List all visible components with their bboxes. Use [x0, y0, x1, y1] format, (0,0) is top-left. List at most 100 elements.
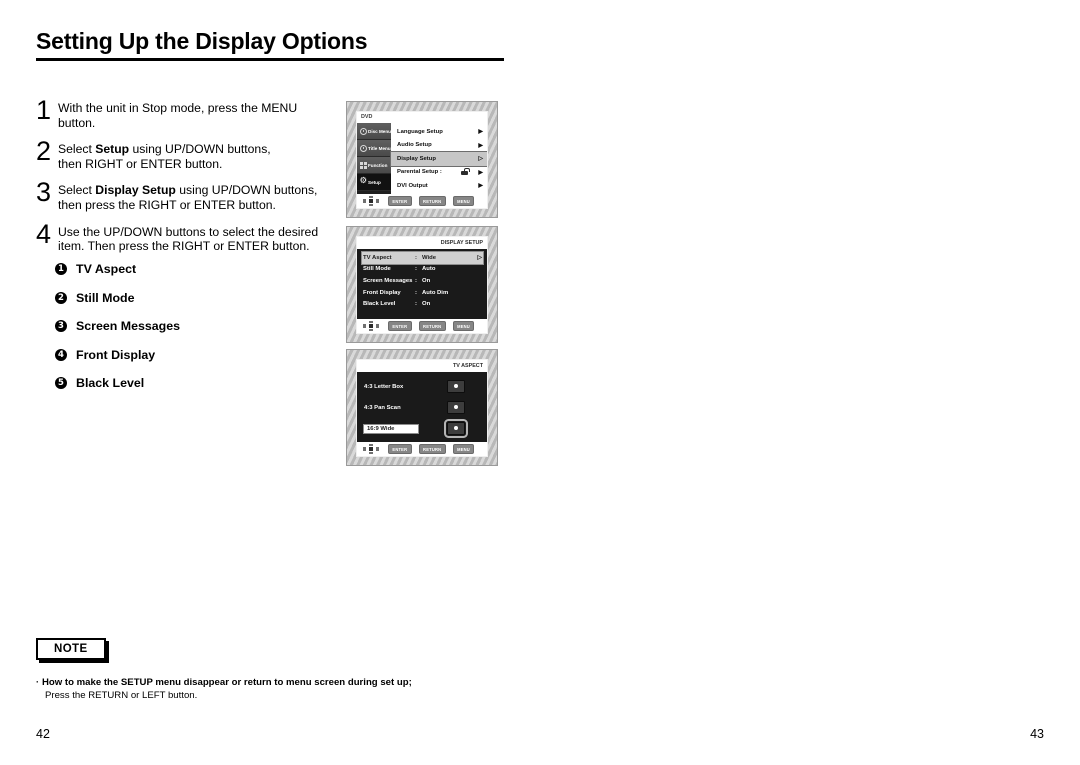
page-number-left: 42 — [36, 727, 50, 741]
osd-screen: DISPLAY SETUP TV Aspect : Wide ▷ Still M… — [356, 236, 488, 334]
list-item: 5 Black Level — [55, 376, 315, 390]
step-2: 2 Select Setup using UP/DOWN buttons, th… — [36, 138, 336, 171]
function-icon — [360, 162, 367, 169]
list-item-label: TV Aspect — [76, 262, 137, 276]
enter-key-hint[interactable]: ENTER — [388, 196, 412, 206]
menu-key-hint[interactable]: MENU — [452, 321, 475, 331]
return-key-hint[interactable]: RETURN — [418, 196, 446, 206]
list-item: 2 Still Mode — [55, 291, 315, 305]
osd-aspect-option-pan-scan[interactable]: 4:3 Pan Scan — [364, 397, 481, 418]
step-4: 4 Use the UP/DOWN buttons to select the … — [36, 220, 336, 254]
osd-menu-item-display-setup[interactable]: Display Setup ▷ — [390, 151, 487, 167]
osd-setting-row-front-display[interactable]: Front Display : Auto Dim — [362, 287, 483, 299]
dpad-icon — [363, 321, 379, 331]
osd-sidebar-item-disc-menu[interactable]: Disc Menu — [357, 123, 391, 140]
step-4-line-2: item. Then press the RIGHT or ENTER butt… — [58, 239, 310, 254]
osd-setting-separator: : — [415, 289, 417, 296]
list-item: 3 Screen Messages — [55, 319, 315, 333]
step-2-line-1-pre: Select — [58, 142, 96, 157]
numbered-marker-2-icon: 2 — [55, 291, 67, 304]
osd-menu-item-parental-setup[interactable]: Parental Setup : ▶ — [391, 166, 487, 180]
manual-page-spread: Setting Up the Display Options 1 With th… — [0, 0, 1080, 765]
osd-setting-key: Screen Messages — [363, 277, 413, 284]
osd-button-bar: ENTER RETURN MENU — [357, 319, 487, 333]
list-item-label: Screen Messages — [76, 319, 181, 333]
return-key-hint[interactable]: RETURN — [418, 321, 446, 331]
osd-setting-key: Front Display — [363, 289, 401, 296]
osd-aspect-options: 4:3 Letter Box 4:3 Pan Scan 16:9 Wide — [357, 376, 487, 442]
osd-heading: TV ASPECT — [357, 360, 487, 372]
chevron-right-outline-icon: ▷ — [477, 255, 482, 262]
step-3-line-2: then press the RIGHT or ENTER button. — [58, 197, 276, 212]
step-2-line-2: then RIGHT or ENTER button. — [58, 156, 223, 171]
enter-key-hint[interactable]: ENTER — [388, 444, 412, 454]
osd-menu-list: Language Setup ▶ Audio Setup ▶ Display S… — [390, 123, 487, 194]
step-3-line-1-pre: Select — [58, 183, 96, 198]
page-number-right: 43 — [1030, 727, 1044, 741]
osd-setting-row-tv-aspect[interactable]: TV Aspect : Wide ▷ — [361, 251, 484, 265]
step-text: With the unit in Stop mode, press the ME… — [58, 100, 336, 130]
step-3-line-1-post: using UP/DOWN buttons, — [175, 183, 318, 198]
osd-key-hints: ENTER RETURN MENU — [388, 444, 475, 454]
osd-button-bar: ENTER RETURN MENU — [357, 442, 487, 456]
menu-key-hint[interactable]: MENU — [452, 196, 475, 206]
osd-aspect-label: 4:3 Pan Scan — [364, 404, 401, 411]
step-2-bold-term: Setup — [95, 142, 130, 157]
osd-setting-row-still-mode[interactable]: Still Mode : Auto — [362, 264, 483, 276]
osd-setting-key: Still Mode — [363, 266, 391, 273]
step-3-bold-term: Display Setup — [95, 183, 176, 198]
chevron-right-icon: ▶ — [478, 183, 483, 190]
osd-setting-separator: : — [415, 301, 417, 308]
osd-setting-separator: : — [415, 254, 417, 261]
step-text: Select Setup using UP/DOWN buttons, then… — [58, 141, 271, 171]
note-label: NOTE — [36, 638, 106, 660]
note-body: · How to make the SETUP menu disappear or… — [36, 676, 412, 702]
osd-setting-separator: : — [415, 266, 417, 273]
osd-aspect-label: 16:9 Wide — [363, 423, 419, 434]
note-line-2: Press the RETURN or LEFT button. — [45, 690, 198, 701]
tv-radio-icon[interactable] — [447, 380, 465, 393]
osd-sidebar-item-function[interactable]: Function — [357, 157, 391, 174]
osd-sidebar-item-setup[interactable]: Setup — [357, 174, 391, 191]
note-line-1: · How to make the SETUP menu disappear or… — [36, 676, 412, 689]
list-item: 4 Front Display — [55, 348, 315, 362]
osd-menu-item-dvi-output[interactable]: DVI Output ▶ — [391, 179, 487, 193]
chevron-right-icon: ▶ — [478, 169, 483, 176]
osd-settings-list: TV Aspect : Wide ▷ Still Mode : Auto Scr… — [357, 251, 487, 319]
menu-key-hint[interactable]: MENU — [452, 444, 475, 454]
tv-radio-icon-selected[interactable] — [443, 418, 469, 439]
header-rule — [36, 58, 504, 61]
numbered-marker-5-icon: 5 — [55, 377, 67, 389]
chevron-right-icon: ▶ — [478, 142, 483, 149]
right-page: Setting Up the Display Options 1 TV Aspe… — [540, 0, 1080, 765]
return-key-hint[interactable]: RETURN — [418, 444, 446, 454]
dpad-icon — [363, 444, 379, 454]
osd-menu-label: DVI Output — [397, 182, 428, 189]
osd-setting-value: On — [422, 277, 431, 284]
list-item-label: Front Display — [76, 347, 156, 362]
step-number: 3 — [36, 177, 52, 208]
osd-aspect-option-16-9-wide[interactable]: 16:9 Wide — [363, 418, 481, 439]
list-item-label: Still Mode — [76, 290, 135, 305]
tv-screenshot-display-setup: DISPLAY SETUP TV Aspect : Wide ▷ Still M… — [346, 226, 498, 343]
osd-key-hints: ENTER RETURN MENU — [388, 321, 475, 331]
enter-key-hint[interactable]: ENTER — [388, 321, 412, 331]
osd-screen: TV ASPECT 4:3 Letter Box 4:3 Pan Scan 16… — [356, 359, 488, 457]
osd-menu-item-language-setup[interactable]: Language Setup ▶ — [391, 125, 487, 139]
osd-aspect-option-letter-box[interactable]: 4:3 Letter Box — [364, 376, 481, 397]
osd-setting-value: On — [422, 301, 431, 308]
title-menu-icon — [360, 144, 367, 152]
osd-menu-label: Parental Setup : — [397, 169, 442, 176]
osd-setting-value: Auto — [422, 266, 436, 273]
osd-setting-key: Black Level — [363, 301, 396, 308]
tv-radio-icon[interactable] — [447, 401, 465, 414]
osd-menu-label: Display Setup — [397, 155, 436, 162]
step-4-line-1: Use the UP/DOWN buttons to select the de… — [58, 224, 319, 239]
osd-setting-row-black-level[interactable]: Black Level : On — [362, 298, 483, 310]
numbered-marker-4-icon: 4 — [55, 348, 67, 361]
osd-title-bar: DVD — [357, 112, 487, 123]
osd-sidebar-item-title-menu[interactable]: Title Menu — [357, 140, 391, 157]
osd-setting-row-screen-messages[interactable]: Screen Messages : On — [362, 275, 483, 287]
osd-menu-item-audio-setup[interactable]: Audio Setup ▶ — [391, 139, 487, 153]
list-item-label: Black Level — [76, 376, 145, 390]
